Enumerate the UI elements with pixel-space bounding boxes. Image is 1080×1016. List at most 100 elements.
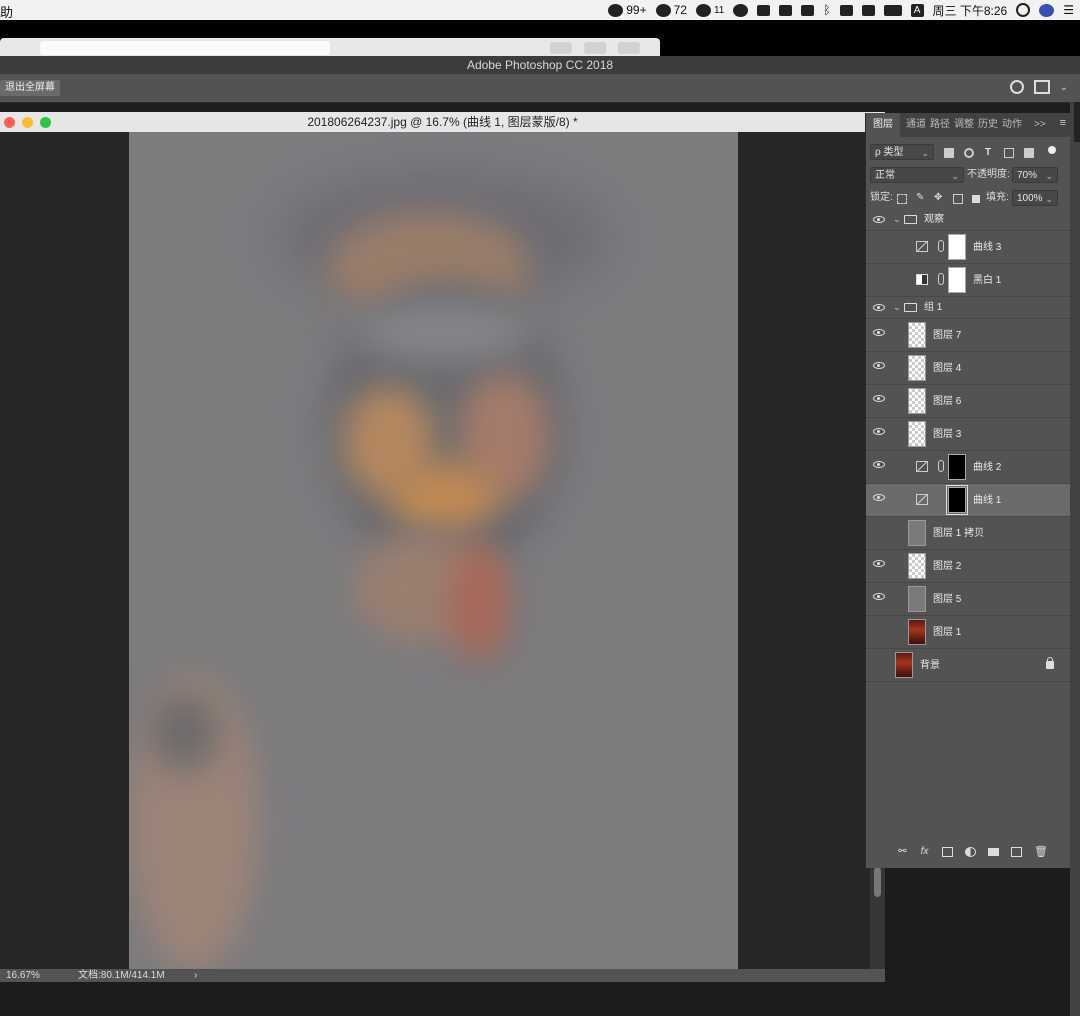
smart-object-filter-icon[interactable] [1024,148,1034,158]
layer-mask-thumbnail[interactable] [948,234,966,260]
layer-1-copy[interactable]: 图层 1 拷贝 [866,517,1070,550]
link-layers-icon[interactable]: ⚯ [897,847,908,857]
screen-icon[interactable] [757,4,771,16]
exit-fullscreen-button[interactable]: 退出全屏幕 [0,80,60,96]
minimize-window-button[interactable] [22,117,33,128]
visibility-eye-icon[interactable] [873,304,885,311]
browser-url-field[interactable] [40,41,330,55]
scrollbar-thumb[interactable] [874,867,881,897]
browser-button[interactable] [550,42,572,54]
search-icon[interactable] [1009,80,1024,94]
layer-4[interactable]: 图层 4 [866,352,1070,385]
visibility-eye-icon[interactable] [873,593,885,600]
lock-artboard-icon[interactable] [953,194,963,204]
fill-field[interactable]: 100% ⌄ [1012,190,1058,206]
document-titlebar[interactable]: 20180626423​7.jpg @ 16.7% (曲线 1, 图层蒙版/8)… [0,112,885,133]
app-badge-status[interactable]: 11 [695,3,724,17]
layer-mask-thumbnail[interactable] [948,454,966,480]
add-mask-icon[interactable] [942,847,953,857]
visibility-eye-icon[interactable] [873,626,885,633]
link-icon[interactable] [938,460,944,472]
spotlight-icon[interactable] [1016,3,1031,17]
layer-curves-2[interactable]: 曲线 2 [866,451,1070,484]
chevron-down-icon[interactable]: ⌄ [893,214,901,225]
visibility-eye-icon[interactable] [873,329,885,336]
layer-black-white-1[interactable]: 黑白 1 [866,264,1070,297]
trash-icon[interactable]: 🗑 [1034,847,1048,858]
adjustment-filter-icon[interactable] [964,148,974,158]
layer-5[interactable]: 图层 5 [866,583,1070,616]
visibility-eye-icon[interactable] [873,428,885,435]
battery-icon[interactable] [883,4,902,16]
opacity-field[interactable]: 70% ⌄ [1012,167,1058,183]
chevron-down-icon[interactable]: ⌄ [1060,82,1068,93]
shape-filter-icon[interactable] [1004,148,1014,158]
visibility-eye-icon[interactable] [873,461,885,468]
menu-help[interactable]: 助 [0,2,13,21]
lock-all-icon[interactable] [972,195,980,203]
close-window-button[interactable] [4,117,15,128]
visibility-eye-icon[interactable] [873,274,885,281]
layer-3[interactable]: 图层 3 [866,418,1070,451]
layer-6[interactable]: 图层 6 [866,385,1070,418]
tab-more[interactable]: >> [1034,113,1046,137]
tab-adjustments[interactable]: 调整 [954,113,974,137]
chevron-down-icon[interactable]: ⌄ [893,302,901,313]
link-icon[interactable] [938,273,944,285]
visibility-eye-icon[interactable] [873,241,885,248]
browser-button[interactable] [584,42,606,54]
wifi-icon[interactable] [839,4,853,16]
status-menu-arrow[interactable]: › [194,969,197,982]
visibility-eye-icon[interactable] [873,560,885,567]
tab-layers[interactable]: 图层 [866,113,900,137]
tab-paths[interactable]: 路径 [930,113,950,137]
input-method-indicator[interactable]: A [910,3,924,17]
layer-background[interactable]: 背景 [866,649,1070,682]
filter-toggle-icon[interactable] [1048,146,1056,154]
adjustment-icon[interactable] [965,847,976,857]
layer-curves-3[interactable]: 曲线 3 [866,231,1070,264]
layer-curves-1[interactable]: 曲线 1 [866,484,1070,517]
tab-history[interactable]: 历史 [978,113,998,137]
layer-2[interactable]: 图层 2 [866,550,1070,583]
browser-button[interactable] [618,42,640,54]
layer-1[interactable]: 图层 1 [866,616,1070,649]
qq-status[interactable]: 72 [655,3,687,17]
lock-pixels-icon[interactable]: ✎ [916,189,924,207]
panel-menu-icon[interactable]: ≡ [1060,117,1066,129]
visibility-eye-icon[interactable] [873,494,885,501]
zoom-level[interactable]: 16.67% [6,969,40,982]
visibility-eye-icon[interactable] [873,527,885,534]
lock-position-icon[interactable]: ✥ [934,189,942,207]
visibility-eye-icon[interactable] [873,395,885,402]
clock[interactable]: 周三 下午8:26 [933,2,1008,19]
new-layer-icon[interactable] [1011,847,1022,857]
layer-mask-thumbnail[interactable] [946,485,968,515]
siri-icon[interactable] [1039,3,1055,17]
layer-group-observe[interactable]: ⌄ 观察 [866,209,1070,231]
tab-actions[interactable]: 动作 [1002,113,1022,137]
airplay-icon[interactable] [861,4,875,16]
zoom-window-button[interactable] [40,117,51,128]
visibility-eye-icon[interactable] [873,216,885,223]
workspace-icon[interactable] [1033,80,1050,94]
wechat-status[interactable]: 99+ [608,3,647,17]
layer-mask-thumbnail[interactable] [948,267,966,293]
menu-icon[interactable] [779,4,793,16]
filter-kind-select[interactable]: ρ 类型 ⌄ [870,144,934,160]
notification-center-icon[interactable]: ☰ [1063,3,1074,17]
visibility-eye-icon[interactable] [873,659,885,666]
lock-transparency-icon[interactable] [897,194,907,204]
layer-group-1[interactable]: ⌄ 组 1 [866,297,1070,319]
layer-7[interactable]: 图层 7 [866,319,1070,352]
pixel-filter-icon[interactable] [944,148,954,158]
upload-icon[interactable] [801,4,815,16]
visibility-eye-icon[interactable] [873,362,885,369]
creative-cloud-icon[interactable] [733,3,749,17]
bluetooth-icon[interactable]: ᛒ [823,3,830,17]
tab-channels[interactable]: 通道 [906,113,926,137]
blend-mode-select[interactable]: 正常 ⌄ [870,167,964,183]
fx-icon[interactable]: fx [919,847,930,857]
type-filter-icon[interactable]: T [985,144,991,162]
new-group-icon[interactable] [988,848,999,856]
